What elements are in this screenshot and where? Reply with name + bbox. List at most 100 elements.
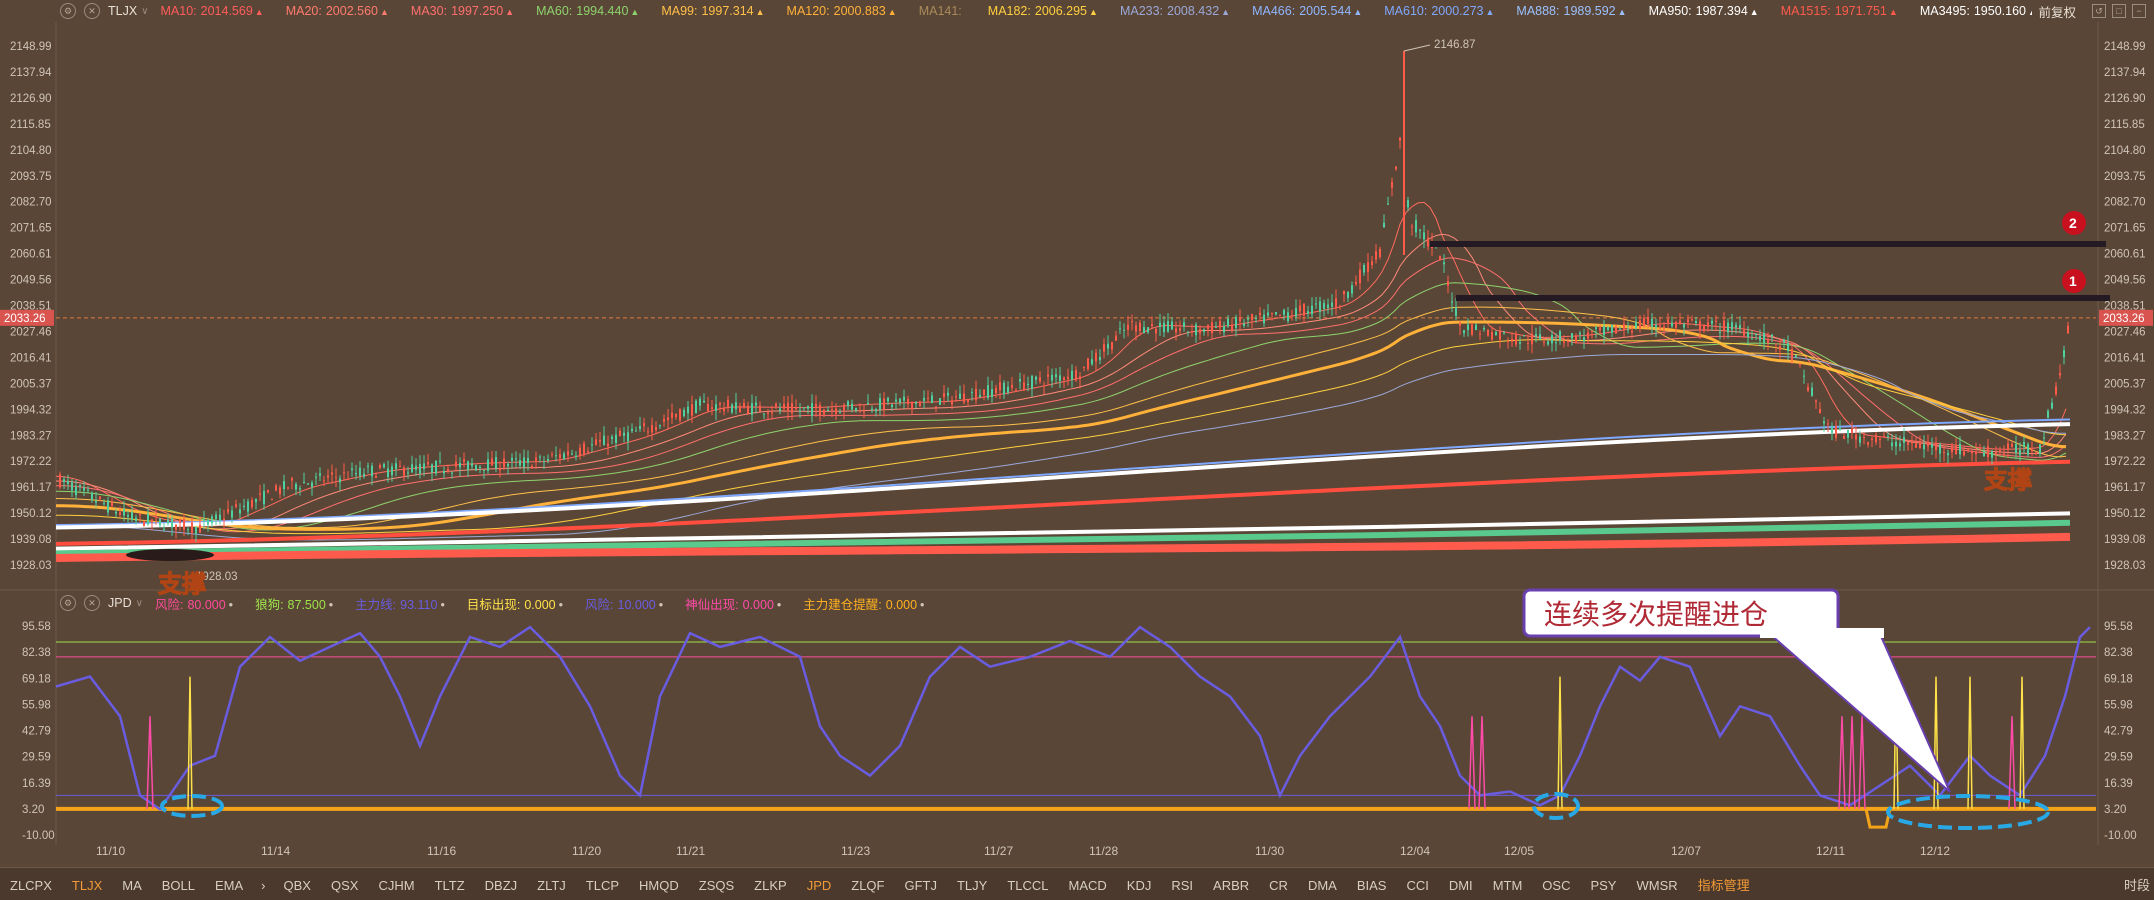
ma-legend-item[interactable]: MA233: 2008.432 ▲ <box>1120 4 1230 18</box>
tab-dmi[interactable]: DMI <box>1449 878 1473 893</box>
tab-kdj[interactable]: KDJ <box>1127 878 1152 893</box>
price-tick-right: 2071.65 <box>2104 223 2146 235</box>
tab-cr[interactable]: CR <box>1269 878 1288 893</box>
dot-icon: • <box>228 597 234 612</box>
restore-icon[interactable]: □ <box>2112 4 2126 18</box>
indicator-legend-item[interactable]: 主力建仓提醒: 0.000 • <box>803 598 924 612</box>
tab-ma[interactable]: MA <box>122 878 142 893</box>
chevron-down-icon[interactable]: ∨ <box>141 6 148 17</box>
candle-body <box>1955 445 1957 455</box>
candle-body <box>1227 318 1229 327</box>
tab-rsi[interactable]: RSI <box>1171 878 1193 893</box>
candle-body <box>363 473 365 477</box>
tab-tlcp[interactable]: TLCP <box>586 878 619 893</box>
ma-legend-item[interactable]: MA30: 1997.250 ▲ <box>411 4 514 18</box>
tab-hmqd[interactable]: HMQD <box>639 878 679 893</box>
close-icon[interactable]: ✕ <box>84 3 100 19</box>
candle-body <box>1611 324 1613 333</box>
tab-dma[interactable]: DMA <box>1308 878 1337 893</box>
candle-body <box>2039 444 2041 454</box>
tab-bias[interactable]: BIAS <box>1357 878 1387 893</box>
ma-legend-item[interactable]: MA466: 2005.544 ▲ <box>1252 4 1362 18</box>
tab-jpd[interactable]: JPD <box>807 878 832 893</box>
tab-psy[interactable]: PSY <box>1590 878 1616 893</box>
tab-zlqf[interactable]: ZLQF <box>851 878 884 893</box>
tab-zlkp[interactable]: ZLKP <box>754 878 787 893</box>
tab-boll[interactable]: BOLL <box>162 878 195 893</box>
ma-label: MA610: <box>1384 4 1428 18</box>
tab-wmsr[interactable]: WMSR <box>1636 878 1677 893</box>
candle-body <box>1295 307 1297 317</box>
tab-tlccl[interactable]: TLCCL <box>1007 878 1048 893</box>
tab-arbr[interactable]: ARBR <box>1213 878 1249 893</box>
tab-指标管理[interactable]: 指标管理 <box>1698 878 1750 893</box>
candle-body <box>1067 376 1069 379</box>
tab-ema[interactable]: EMA <box>215 878 243 893</box>
settings-icon[interactable]: ⚙ <box>60 3 76 19</box>
reset-icon[interactable]: ↺ <box>2092 4 2106 18</box>
ma-legend-item[interactable]: MA950: 1987.394 ▲ <box>1649 4 1759 18</box>
chevron-down-icon[interactable]: ∨ <box>136 598 143 609</box>
tab-cjhm[interactable]: CJHM <box>378 878 414 893</box>
tab-tltz[interactable]: TLTZ <box>435 878 465 893</box>
ma-legend-item[interactable]: MA60: 1994.440 ▲ <box>536 4 639 18</box>
candle-body <box>527 457 529 463</box>
arrow-up-icon: ▲ <box>1617 7 1627 17</box>
indicator-legend-item[interactable]: 目标出现: 0.000 • <box>467 598 563 612</box>
tab-dbzj[interactable]: DBZJ <box>485 878 518 893</box>
candle-body <box>415 465 417 470</box>
symbol-name[interactable]: TLJX <box>108 4 137 18</box>
indicator-legend-item[interactable]: 风险: 10.000 • <box>585 598 663 612</box>
price-tick-left: 2137.94 <box>10 67 52 79</box>
indicator-legend-item[interactable]: 狼狗: 87.500 • <box>255 598 333 612</box>
ma-legend-item[interactable]: MA10: 2014.569 ▲ <box>161 4 264 18</box>
ma-legend-item[interactable]: MA888: 1989.592 ▲ <box>1516 4 1626 18</box>
candle-body <box>1287 312 1289 322</box>
indicator-legend-item[interactable]: 神仙出现: 0.000 • <box>685 598 781 612</box>
ma-legend-item[interactable]: MA20: 2002.560 ▲ <box>286 4 389 18</box>
target-spike <box>1933 676 1939 809</box>
ma-legend-item[interactable]: MA182: 2006.295 ▲ <box>988 4 1098 18</box>
tab-gftj[interactable]: GFTJ <box>904 878 937 893</box>
tab-tljy[interactable]: TLJY <box>957 878 987 893</box>
ma-legend-item[interactable]: MA1515: 1971.751 ▲ <box>1781 4 1898 18</box>
candle-body <box>1071 370 1073 380</box>
tab-mtm[interactable]: MTM <box>1493 878 1523 893</box>
candle-body <box>575 455 577 458</box>
tab-qsx[interactable]: QSX <box>331 878 358 893</box>
settings-icon[interactable]: ⚙ <box>60 595 76 611</box>
price-adjust-label[interactable]: 前复权 <box>2038 2 2076 21</box>
tab-osc[interactable]: OSC <box>1542 878 1570 893</box>
chart-canvas[interactable]: 2148.99 2148.99 2137.94 2137.94 2126.90 2126.… <box>0 0 2154 867</box>
indicator-value: 0.000 <box>524 597 556 612</box>
ma-legend-item[interactable]: MA610: 2000.273 ▲ <box>1384 4 1494 18</box>
ma-legend-item[interactable]: MA141: <box>919 4 966 18</box>
tab-zsqs[interactable]: ZSQS <box>699 878 734 893</box>
indicator-legend-item[interactable]: 主力线: 93.110 • <box>355 598 445 612</box>
tab-qbx[interactable]: QBX <box>284 878 311 893</box>
candle-body <box>1995 452 1997 454</box>
tab-zltj[interactable]: ZLTJ <box>537 878 566 893</box>
arrow-up-icon: ▲ <box>505 7 515 17</box>
candle-body <box>447 469 449 472</box>
period-tab[interactable]: 时段 <box>2124 875 2150 894</box>
indicator-name[interactable]: JPD <box>108 596 132 610</box>
close-icon[interactable]: ✕ <box>84 595 100 611</box>
minimize-icon[interactable]: − <box>2132 4 2146 18</box>
candle-body <box>147 513 149 525</box>
candle-body <box>1951 445 1953 453</box>
ma-legend-item[interactable]: MA99: 1997.314 ▲ <box>661 4 764 18</box>
tab-cci[interactable]: CCI <box>1406 878 1428 893</box>
tab-zlcpx[interactable]: ZLCPX <box>10 878 52 893</box>
ma-legend-item[interactable]: MA120: 2000.883 ▲ <box>787 4 897 18</box>
candle-body <box>2043 437 2045 439</box>
ma-legend-item[interactable]: MA3495:1950.160▲ <box>1920 4 2037 18</box>
candle-body <box>1211 322 1213 334</box>
candle-body <box>227 509 229 513</box>
chevron-right-icon[interactable]: › <box>261 878 265 893</box>
candle-body <box>1623 323 1625 330</box>
candle-body <box>123 509 125 516</box>
tab-macd[interactable]: MACD <box>1069 878 1107 893</box>
tab-tljx[interactable]: TLJX <box>72 878 102 893</box>
indicator-legend-item[interactable]: 风险: 80.000 • <box>155 598 233 612</box>
